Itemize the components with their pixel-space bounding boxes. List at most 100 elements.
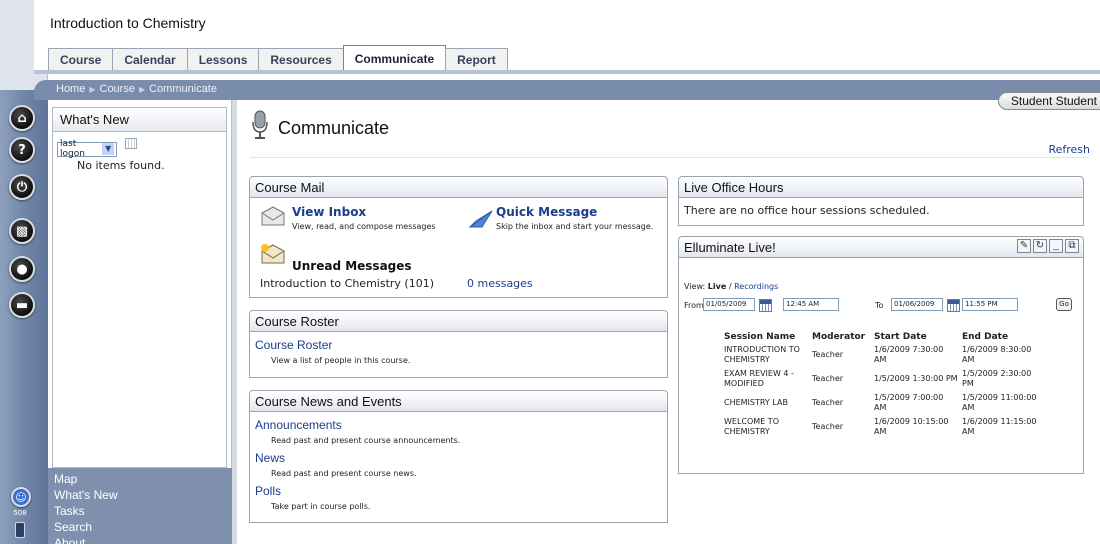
to-date-input[interactable]: 01/06/2009 (891, 298, 943, 311)
breadcrumb-arrow-icon: ▶ (138, 85, 146, 94)
from-time-input[interactable]: 12:45 AM (783, 298, 839, 311)
session-start: 1/6/2009 7:30:00 AM (874, 345, 944, 364)
briefcase-icon[interactable]: ▩ (9, 218, 35, 244)
course-roster-link[interactable]: Course Roster (255, 338, 332, 352)
help-icon[interactable]: ? (9, 137, 35, 163)
tab-calendar[interactable]: Calendar (112, 48, 188, 71)
breadcrumb-communicate: Communicate (149, 83, 217, 95)
restore-icon[interactable]: ⧉ (1065, 239, 1079, 253)
announcements-desc: Read past and present course announcemen… (271, 436, 461, 445)
from-label: From (684, 301, 704, 310)
tab-communicate[interactable]: Communicate (342, 45, 447, 71)
sidebar-link-tasks[interactable]: Tasks (54, 503, 232, 519)
sessions-table: Session Name Moderator Start Date End Da… (724, 332, 1042, 441)
course-title: Introduction to Chemistry (50, 15, 206, 31)
elluminate-title-bar: Elluminate Live! ✎ ↻ _ ⧉ (679, 237, 1083, 258)
microphone-icon (252, 110, 268, 139)
announcements-link[interactable]: Announcements (255, 418, 342, 432)
from-calendar-icon[interactable] (759, 299, 772, 312)
session-start: 1/5/2009 1:30:00 PM (874, 374, 958, 383)
session-name[interactable]: CHEMISTRY LAB (724, 393, 812, 417)
elluminate-portlet: Elluminate Live! ✎ ↻ _ ⧉ View: Live / Re… (678, 236, 1084, 474)
quick-message-icon (468, 210, 493, 228)
breadcrumb-bar: Home ▶ Course ▶ Communicate (34, 80, 1100, 100)
whats-new-title: What's New (52, 107, 227, 131)
pda-icon[interactable] (15, 522, 25, 538)
edit-icon[interactable]: ✎ (1017, 239, 1031, 253)
quick-message-desc: Skip the inbox and start your message. (496, 222, 654, 231)
quick-message-link[interactable]: Quick Message (496, 205, 597, 219)
unread-messages-title: Unread Messages (292, 259, 412, 273)
session-end: 1/5/2009 11:00:00 AM (962, 393, 1037, 412)
col-session-name[interactable]: Session Name (724, 332, 812, 345)
session-moderator: Teacher (812, 350, 844, 359)
panel-splitter[interactable] (232, 100, 237, 544)
breadcrumb-course[interactable]: Course (100, 83, 135, 95)
view-recordings-link[interactable]: Recordings (734, 282, 778, 291)
session-end: 1/5/2009 2:30:00 PM (962, 369, 1032, 388)
session-end: 1/6/2009 8:30:00 AM (962, 345, 1032, 364)
course-roster-portlet: Course Roster Course Roster View a list … (249, 310, 668, 378)
unread-count-link[interactable]: 0 messages (467, 277, 533, 290)
to-time-input[interactable]: 11:55 PM (962, 298, 1018, 311)
session-start: 1/5/2009 7:00:00 AM (874, 393, 944, 412)
news-link[interactable]: News (255, 451, 285, 465)
view-inbox-link[interactable]: View Inbox (292, 205, 366, 219)
sessions-header-row: Session Name Moderator Start Date End Da… (724, 332, 1042, 345)
home-icon[interactable]: ⌂ (9, 105, 35, 131)
elluminate-title: Elluminate Live! (684, 240, 776, 255)
whats-new-panel: What's New last logon ▼ No items found. … (48, 100, 232, 544)
envelope-icon (261, 206, 285, 226)
view-label: View: (684, 282, 706, 291)
user-name: Student Student (1010, 94, 1097, 108)
col-moderator[interactable]: Moderator (812, 332, 874, 345)
chat-icon[interactable]: ▬ (9, 292, 35, 318)
refresh-link[interactable]: Refresh (1048, 143, 1090, 156)
office-hours-text: There are no office hour sessions schedu… (684, 204, 930, 217)
refresh-icon[interactable]: ↻ (1033, 239, 1047, 253)
session-start: 1/6/2009 10:15:00 AM (874, 417, 949, 436)
from-date-input[interactable]: 01/05/2009 (703, 298, 755, 311)
unread-course-name: Introduction to Chemistry (101) (260, 277, 434, 290)
breadcrumb: Home ▶ Course ▶ Communicate (56, 83, 217, 95)
header: Introduction to Chemistry Course Calenda… (34, 0, 1100, 71)
view-separator: / (728, 282, 732, 291)
breadcrumb-arrow-icon: ▶ (89, 85, 96, 94)
page-heading: Communicate Refresh (250, 110, 1090, 158)
calendar-icon[interactable] (124, 137, 137, 149)
minimize-icon[interactable]: _ (1049, 239, 1063, 253)
sidebar-link-whats-new[interactable]: What's New (54, 487, 232, 503)
tab-course[interactable]: Course (48, 48, 114, 71)
table-row: CHEMISTRY LAB Teacher 1/5/2009 7:00:00 A… (724, 393, 1042, 417)
news-events-portlet: Course News and Events Announcements Rea… (249, 390, 668, 523)
col-start-date[interactable]: Start Date (874, 332, 962, 345)
news-events-title: Course News and Events (250, 391, 667, 412)
breadcrumb-home[interactable]: Home (56, 83, 85, 95)
session-name[interactable]: WELCOME TO CHEMISTRY (724, 417, 812, 441)
to-calendar-icon[interactable] (947, 299, 960, 312)
course-roster-title: Course Roster (250, 311, 667, 332)
session-name[interactable]: EXAM REVIEW 4 - MODIFIED (724, 369, 812, 393)
person-icon[interactable]: ● (9, 256, 35, 282)
accessibility-icon[interactable]: ☺ (11, 487, 31, 507)
tab-report[interactable]: Report (445, 48, 508, 71)
page-title: Communicate (278, 118, 390, 138)
whats-new-body: last logon ▼ No items found. (52, 131, 227, 468)
tab-resources[interactable]: Resources (258, 48, 344, 71)
header-divider (34, 70, 1100, 74)
508-label: 508 (13, 509, 27, 517)
power-icon[interactable]: ⏻ (9, 174, 35, 200)
session-name[interactable]: INTRODUCTION TO CHEMISTRY (724, 345, 812, 369)
user-menu[interactable]: Student Student (997, 92, 1100, 110)
sidebar-link-about[interactable]: About (54, 535, 232, 544)
table-row: WELCOME TO CHEMISTRY Teacher 1/6/2009 10… (724, 417, 1042, 441)
polls-desc: Take part in course polls. (271, 502, 371, 511)
polls-link[interactable]: Polls (255, 484, 281, 498)
go-button[interactable]: Go (1056, 298, 1072, 311)
col-end-date[interactable]: End Date (962, 332, 1042, 345)
tab-lessons[interactable]: Lessons (186, 48, 260, 71)
sidebar-link-map[interactable]: Map (54, 471, 232, 487)
logon-filter-select[interactable]: last logon ▼ (57, 139, 117, 159)
office-hours-title: Live Office Hours (679, 177, 1083, 198)
sidebar-link-search[interactable]: Search (54, 519, 232, 535)
